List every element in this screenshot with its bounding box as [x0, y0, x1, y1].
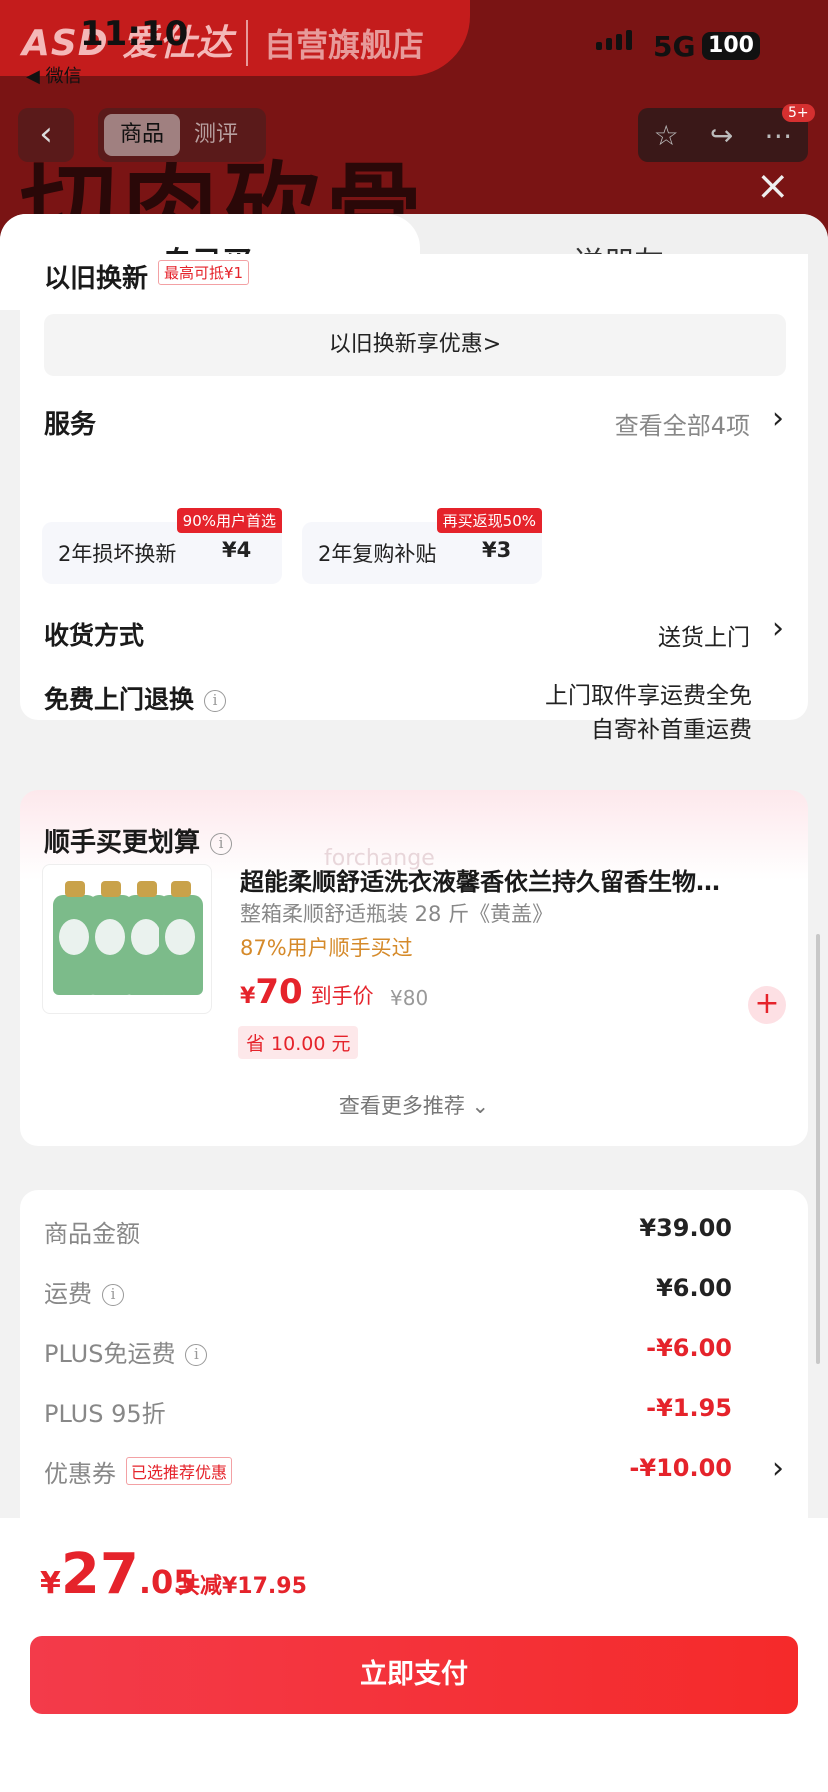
save-badge: 省 10.00 元 [238, 1026, 359, 1059]
shop-label: 自营旗舰店 [246, 20, 424, 66]
close-icon[interactable]: × [756, 166, 790, 206]
service-item-name: 2年复购补贴 [318, 542, 437, 566]
info-icon[interactable]: i [210, 833, 233, 855]
service-view-all[interactable]: 查看全部4项 [615, 406, 750, 441]
pay-now-button[interactable]: 立即支付 [30, 1636, 798, 1714]
tab-product[interactable]: 商品 [104, 114, 180, 156]
product-name[interactable]: 超能柔顺舒适洗衣液馨香依兰持久留香生物… [240, 862, 788, 897]
recommend-card: 顺手买更划算 i forchange 超能柔顺舒适洗衣液馨香依兰持久留香生物… 整… [20, 790, 808, 1146]
delivery-value[interactable]: 送货上门 [658, 618, 750, 652]
star-icon[interactable]: ☆ [654, 119, 679, 152]
fee-amount: -¥1.95 [646, 1394, 732, 1422]
fees-card: 商品金额 ¥39.00 运费 i ¥6.00 PLUS免运费 i -¥6.00 PL… [20, 1190, 808, 1550]
add-icon[interactable]: + [748, 986, 786, 1024]
total-price: ¥27.05 [40, 1542, 196, 1607]
fee-row-goods: 商品金额 ¥39.00 [44, 1214, 768, 1254]
price-value: 70 [255, 972, 303, 1012]
product-buyers: 87%用户顺手买过 [240, 936, 413, 960]
total-saved: 共减¥17.95 [178, 1574, 307, 1599]
fee-label: PLUS 95折 [44, 1400, 166, 1428]
tradein-tag: 最高可抵¥1 [158, 260, 250, 285]
product-image[interactable] [42, 864, 212, 1014]
fee-row-shipping: 运费 i ¥6.00 [44, 1274, 768, 1314]
free-return-line1: 上门取件享运费全免 [545, 683, 752, 709]
bottle-graphic [159, 881, 203, 995]
fee-label: PLUS免运费 [44, 1340, 176, 1368]
chevron-right-icon[interactable]: › [772, 614, 784, 644]
product-price: ¥70 到手价 [240, 972, 374, 1012]
recommend-title-text: 顺手买更划算 [44, 828, 201, 858]
service-item-replace[interactable]: 2年损坏换新 ¥4 90%用户首选 [42, 508, 282, 584]
battery-icon: 100 [702, 32, 760, 60]
back-icon[interactable]: ‹ [18, 108, 74, 162]
coupon-tag: 已选推荐优惠 [126, 1457, 233, 1485]
fee-amount: -¥10.00 [629, 1454, 732, 1482]
original-price: ¥80 [390, 986, 429, 1010]
delivery-label: 收货方式 [44, 621, 145, 650]
more-recommend-link[interactable]: 查看更多推荐 ⌄ [20, 1090, 808, 1120]
price-yen: ¥ [240, 984, 256, 1009]
total-int: 27 [60, 1542, 139, 1607]
info-icon[interactable]: i [204, 690, 227, 712]
service-title: 服务 [44, 410, 97, 440]
fee-amount: ¥6.00 [656, 1274, 732, 1302]
chevron-down-icon: ⌄ [471, 1094, 490, 1118]
checkout-bar: ¥27.05 共减¥17.95 立即支付 [0, 1518, 828, 1792]
fee-row-plus-shipping: PLUS免运费 i -¥6.00 [44, 1334, 768, 1374]
price-label: 到手价 [310, 984, 374, 1008]
fee-label: 运费 [44, 1280, 92, 1308]
service-item-name: 2年损坏换新 [58, 542, 177, 566]
free-return-text: 免费上门退换 [44, 685, 195, 714]
service-item-price: ¥3 [482, 538, 512, 562]
fee-amount: ¥39.00 [639, 1214, 732, 1242]
fee-row-plus-discount: PLUS 95折 -¥1.95 [44, 1394, 768, 1434]
tradein-button[interactable]: 以旧换新享优惠> [44, 314, 786, 376]
info-icon[interactable]: i [102, 1284, 124, 1306]
scrollbar[interactable] [816, 934, 820, 1364]
notification-badge: 5+ [782, 104, 815, 122]
status-time: 11:10 [80, 14, 189, 54]
chevron-right-icon[interactable]: › [772, 1454, 784, 1484]
fee-row-coupon[interactable]: 优惠券 已选推荐优惠 -¥10.00 [44, 1454, 768, 1494]
fee-label: 优惠券 [44, 1460, 116, 1488]
network-label: 5G [653, 30, 696, 63]
options-card: 以旧换新 最高可抵¥1 以旧换新享优惠> 服务 查看全部4项 › 2年损坏换新 … [20, 254, 808, 743]
page-tabs: 商品 测评 [98, 108, 266, 162]
fee-amount: -¥6.00 [646, 1334, 732, 1362]
back-to-app[interactable]: ◀ 微信 [26, 62, 82, 88]
free-return-line2: 自寄补首重运费 [591, 717, 752, 743]
total-yen: ¥ [40, 1566, 61, 1601]
share-icon[interactable]: ↪ [710, 119, 733, 152]
signal-icon [596, 30, 632, 50]
service-item-badge: 再买返现50% [436, 508, 542, 533]
fee-label: 商品金额 [44, 1220, 140, 1248]
chevron-right-icon[interactable]: › [772, 404, 784, 434]
tradein-title: 以旧换新 [44, 264, 149, 294]
background-page: ASD 爱仕达 自营旗舰店 11:10 ◀ 微信 5G 100 切肉砍骨 ‹ 商… [0, 0, 828, 240]
service-item-badge: 90%用户首选 [176, 508, 282, 533]
more-recommend-text: 查看更多推荐 [338, 1094, 465, 1118]
free-return-label: 免费上门退换 i [44, 680, 227, 716]
tab-review[interactable]: 测评 [194, 114, 238, 156]
info-icon[interactable]: i [185, 1344, 208, 1366]
more-icon[interactable]: ⋯ [764, 119, 792, 152]
product-spec: 整箱柔顺舒适瓶装 28 斤《黄盖》 [240, 902, 554, 926]
service-item-subsidy[interactable]: 2年复购补贴 ¥3 再买返现50% [302, 508, 542, 584]
recommend-title: 顺手买更划算 i [44, 822, 233, 859]
service-item-price: ¥4 [222, 538, 252, 562]
